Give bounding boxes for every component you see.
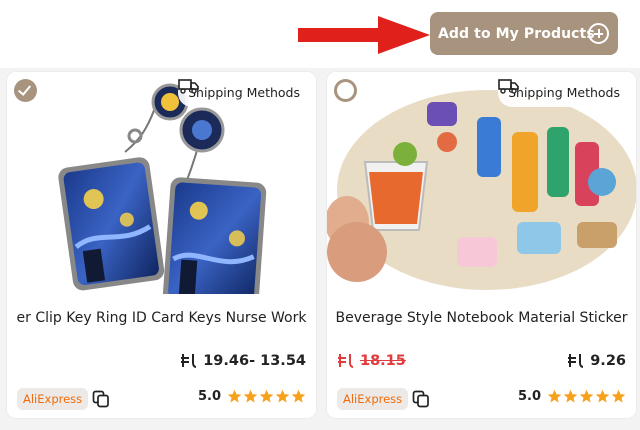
old-price-value: 18.15 <box>360 352 406 369</box>
product-title-text: er Clip Key Ring ID Card Keys Nurse Work <box>16 310 307 326</box>
star-icon <box>259 389 274 403</box>
price-row: 19.46- 13.54 <box>7 352 316 374</box>
product-image[interactable]: Shipping Methods <box>327 72 636 294</box>
truck-icon <box>178 79 199 94</box>
price: 19.46- 13.54 <box>180 352 306 369</box>
star-icon <box>563 389 578 403</box>
top-bar: Add to My Products <box>0 0 640 68</box>
card-footer: AliExpress 5.0 <box>7 386 316 412</box>
copy-icon[interactable] <box>412 390 430 408</box>
red-arrow-icon <box>298 16 430 54</box>
currency-icon <box>338 354 354 368</box>
rating: 5.0 <box>518 389 626 404</box>
rating-score: 5.0 <box>197 389 221 404</box>
check-icon <box>17 82 32 96</box>
shipping-methods-label: Shipping Methods <box>188 85 300 100</box>
product-title[interactable]: er Clip Key Ring ID Card Keys Nurse Work <box>7 310 316 332</box>
star-icon <box>547 389 562 403</box>
star-rating <box>227 389 306 404</box>
card-footer: AliExpress 5.0 <box>327 386 636 412</box>
star-icon <box>243 389 258 403</box>
star-rating <box>547 389 626 404</box>
star-icon <box>611 389 626 403</box>
store-badge: AliExpress <box>17 388 89 410</box>
price: 9.26 <box>567 352 626 369</box>
add-to-my-products-label: Add to My Products <box>438 25 595 42</box>
product-title-text: Beverage Style Notebook Material Sticker <box>335 310 628 326</box>
store-badge: AliExpress <box>337 388 409 410</box>
truck-icon <box>498 79 519 94</box>
product-card[interactable]: Shipping Methods er Clip Key Ring ID Car… <box>7 72 316 418</box>
product-card[interactable]: Shipping Methods Beverage Style Notebook… <box>327 72 636 418</box>
star-icon <box>227 389 242 403</box>
shipping-methods-button[interactable]: Shipping Methods <box>498 78 630 107</box>
add-to-my-products-button[interactable]: Add to My Products <box>430 12 618 55</box>
price-value: 19.46- 13.54 <box>203 352 306 369</box>
star-icon <box>579 389 594 403</box>
select-checkbox[interactable] <box>334 79 357 102</box>
price-value: 9.26 <box>590 352 626 369</box>
select-checkbox[interactable] <box>14 79 37 102</box>
product-title[interactable]: Beverage Style Notebook Material Sticker <box>327 310 636 332</box>
shipping-methods-button[interactable]: Shipping Methods <box>178 78 310 107</box>
star-icon <box>291 389 306 403</box>
shipping-methods-label: Shipping Methods <box>508 85 620 100</box>
product-image[interactable]: Shipping Methods <box>7 72 316 294</box>
star-icon <box>275 389 290 403</box>
rating: 5.0 <box>198 389 306 404</box>
copy-icon[interactable] <box>92 390 110 408</box>
star-icon <box>595 389 610 403</box>
price-row: 18.15 9.26 <box>327 352 636 374</box>
old-price: 18.15 <box>337 352 406 369</box>
currency-icon <box>568 354 584 368</box>
rating-score: 5.0 <box>517 389 541 404</box>
plus-circle-icon <box>588 23 609 44</box>
currency-icon <box>181 354 197 368</box>
